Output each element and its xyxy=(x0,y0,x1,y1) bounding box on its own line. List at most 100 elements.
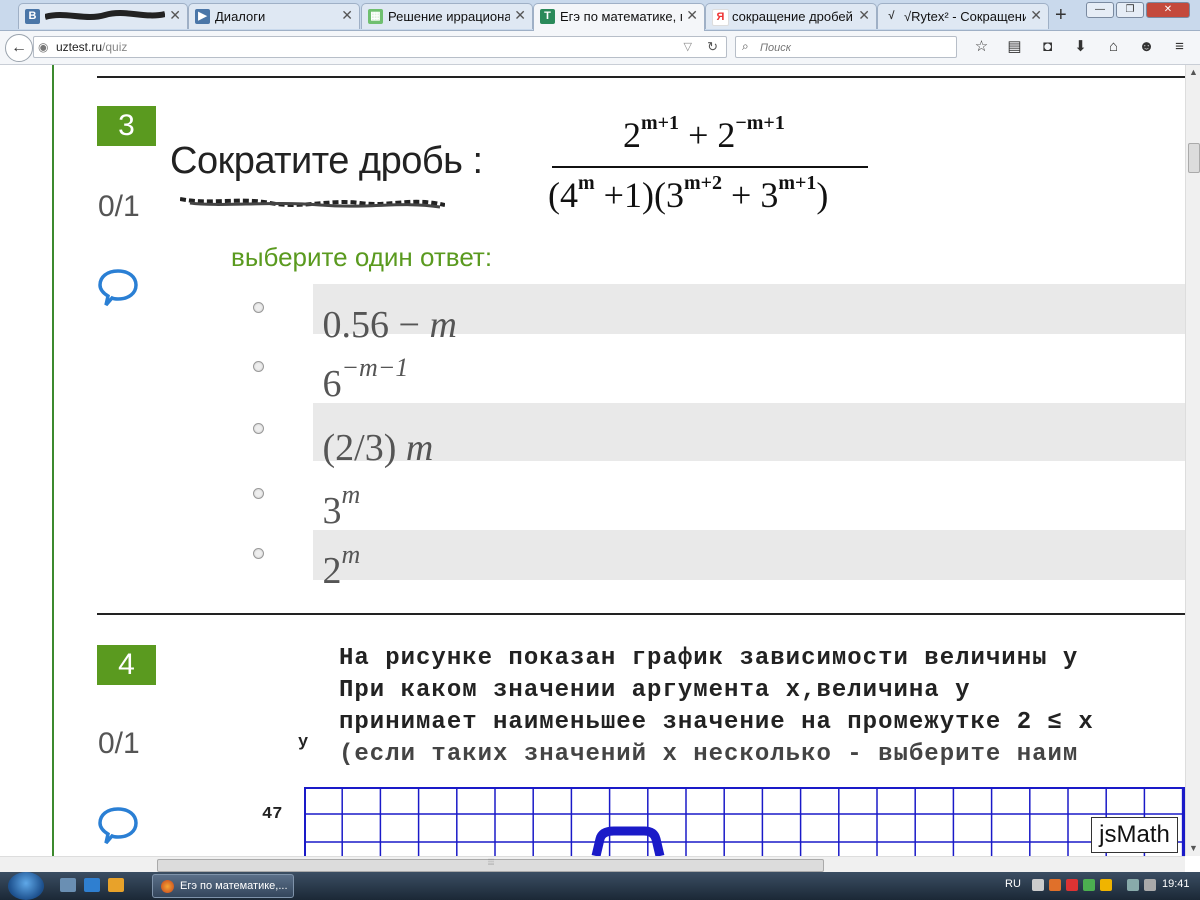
search-icon: ⌕ xyxy=(742,39,749,53)
tab-rytex[interactable]: √ √Rytex² - Сокращени... ✕ xyxy=(877,3,1049,29)
answer-option[interactable]: 3m xyxy=(250,470,1185,532)
scroll-up-icon[interactable]: ▲ xyxy=(1186,65,1200,80)
close-icon[interactable]: ✕ xyxy=(514,7,526,24)
comment-icon[interactable] xyxy=(98,267,138,307)
reload-icon[interactable]: ↻ xyxy=(707,39,718,55)
media-icon[interactable] xyxy=(108,878,124,892)
question-number: 3 xyxy=(97,106,156,146)
tab-strip: B ✕ ▶ Диалоги ✕ ▦ Решение иррациона... ✕… xyxy=(0,0,1200,31)
new-tab-button[interactable]: + xyxy=(1055,4,1067,27)
tray-app-icon[interactable] xyxy=(1100,879,1112,891)
restore-icon[interactable]: ❐ xyxy=(1116,2,1144,18)
download-icon[interactable]: ⬇ xyxy=(1064,36,1097,58)
chat-icon[interactable]: ☻ xyxy=(1130,36,1163,58)
answer-option[interactable]: (2/3) m xyxy=(250,403,1185,469)
explorer-icon[interactable] xyxy=(84,878,100,892)
axis-label-y: y xyxy=(298,733,309,752)
graph-grid xyxy=(304,787,1185,856)
horizontal-scrollbar[interactable]: ⦙⦙⦙ xyxy=(0,856,1185,873)
nav-bar: ← ◉ uztest.ru/quiz ▽ ↻ ⌕ ☆ ▤ ◘ ⬇ ⌂ ☻ ≡ xyxy=(0,31,1200,65)
tab-vk[interactable]: B ✕ xyxy=(18,3,188,29)
tab-label: Диалоги xyxy=(215,9,266,24)
question-line: принимает наименьшее значение на промежу… xyxy=(339,709,1094,736)
scroll-thumb[interactable] xyxy=(1188,143,1200,173)
radio-button[interactable] xyxy=(253,302,264,313)
url-text: uztest.ru/quiz xyxy=(56,40,128,54)
bookmark-star-icon[interactable]: ☆ xyxy=(965,36,998,58)
globe-icon: ◉ xyxy=(38,40,49,54)
close-icon[interactable]: ✕ xyxy=(169,7,181,24)
close-icon[interactable]: ✕ xyxy=(686,7,698,24)
answer-option[interactable]: 6−m−1 xyxy=(250,343,1185,405)
firefox-icon xyxy=(161,880,174,893)
window-close-icon[interactable]: ✕ xyxy=(1146,2,1190,18)
site-icon: ▦ xyxy=(368,9,383,24)
network-icon[interactable] xyxy=(1127,879,1139,891)
volume-icon[interactable] xyxy=(1144,879,1156,891)
back-button[interactable]: ← xyxy=(5,34,33,62)
answer-text: (2/3) m xyxy=(313,403,1185,469)
taskbar: Егэ по математике,... RU 19:41 xyxy=(0,872,1200,900)
tab-uztest[interactable]: T Егэ по математике, п... ✕ xyxy=(533,3,705,31)
jsmath-button[interactable]: jsMath xyxy=(1091,817,1178,853)
tick-label: 47 xyxy=(262,805,283,824)
vertical-scrollbar[interactable]: ▲ ▼ xyxy=(1185,65,1200,856)
tray-app-icon[interactable] xyxy=(1066,879,1078,891)
task-label: Егэ по математике,... xyxy=(180,880,288,892)
desktop-icon[interactable] xyxy=(60,878,76,892)
chevron-left-icon[interactable] xyxy=(1032,879,1044,891)
bookmarks-list-icon[interactable]: ▤ xyxy=(998,36,1031,58)
vk-icon: B xyxy=(25,9,40,24)
clock: 19:41 xyxy=(1162,878,1190,890)
tray-app-icon[interactable] xyxy=(1083,879,1095,891)
answer-prompt: выберите один ответ: xyxy=(231,242,493,272)
uztest-icon: T xyxy=(540,9,555,24)
dropdown-icon[interactable]: ▽ xyxy=(684,40,692,53)
radio-button[interactable] xyxy=(253,488,264,499)
sqrt-icon: √ xyxy=(888,10,895,22)
fraction-denominator: (4m +1)(3m+2 + 3m+1) xyxy=(548,172,829,215)
url-bar[interactable]: ◉ uztest.ru/quiz ▽ ↻ xyxy=(33,36,727,58)
answer-option[interactable]: 2m xyxy=(250,530,1185,592)
language-indicator[interactable]: RU xyxy=(1005,878,1021,890)
search-input[interactable] xyxy=(758,39,952,57)
menu-icon[interactable]: ≡ xyxy=(1163,36,1196,58)
scribble-redaction xyxy=(45,10,165,20)
system-tray xyxy=(1032,879,1156,891)
tab-irrational[interactable]: ▦ Решение иррациона... ✕ xyxy=(361,3,533,29)
tray-app-icon[interactable] xyxy=(1049,879,1061,891)
taskbar-item-firefox[interactable]: Егэ по математике,... xyxy=(152,874,294,898)
fraction-expression: 2m+1 + 2−m+1 (4m +1)(3m+2 + 3m+1) xyxy=(548,110,868,230)
answer-text: 3m xyxy=(322,480,361,532)
radio-button[interactable] xyxy=(253,361,264,372)
answer-text: 0.56 − m xyxy=(313,284,1185,346)
window-controls: — ❐ ✕ xyxy=(1086,2,1190,18)
close-icon[interactable]: ✕ xyxy=(858,7,870,24)
radio-button[interactable] xyxy=(253,423,264,434)
tab-label: сокращение дробей ... xyxy=(732,9,854,24)
grip-icon: ⦙⦙⦙ xyxy=(488,857,495,867)
tab-label: √Rytex² - Сокращени... xyxy=(904,9,1026,24)
question-title: Сократите дробь : xyxy=(170,140,483,182)
tab-label: Решение иррациона... xyxy=(388,9,510,24)
tab-dialogs[interactable]: ▶ Диалоги ✕ xyxy=(188,3,360,29)
close-icon[interactable]: ✕ xyxy=(1030,7,1042,24)
answer-text: 6−m−1 xyxy=(322,353,409,405)
tab-label xyxy=(45,9,165,26)
answer-option[interactable]: 0.56 − m xyxy=(250,284,1185,346)
tab-yandex[interactable]: Я сокращение дробей ... ✕ xyxy=(705,3,877,29)
arrow-left-icon: ← xyxy=(11,39,27,56)
radio-button[interactable] xyxy=(253,548,264,559)
question-line: При каком значении аргумента x,величина … xyxy=(339,677,971,704)
home-icon[interactable]: ⌂ xyxy=(1097,36,1130,58)
comment-icon[interactable] xyxy=(98,805,138,845)
divider xyxy=(97,613,1185,615)
fraction-bar xyxy=(552,166,868,168)
close-icon[interactable]: ✕ xyxy=(341,7,353,24)
scroll-down-icon[interactable]: ▼ xyxy=(1186,841,1200,856)
start-button[interactable] xyxy=(8,872,44,900)
minimize-icon[interactable]: — xyxy=(1086,2,1114,18)
fraction-numerator: 2m+1 + 2−m+1 xyxy=(623,112,785,155)
search-bar[interactable]: ⌕ xyxy=(735,36,957,58)
pocket-icon[interactable]: ◘ xyxy=(1031,36,1064,58)
